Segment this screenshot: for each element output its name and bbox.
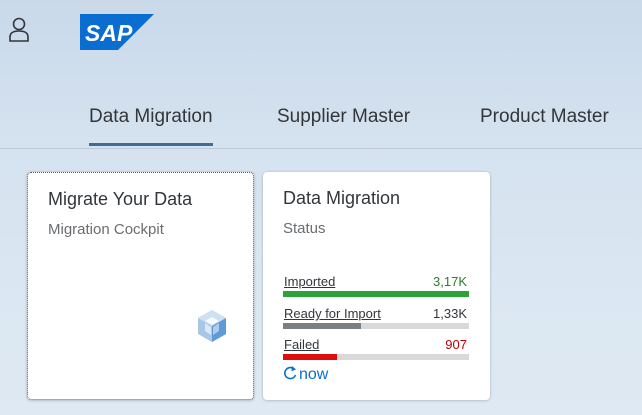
tab-bar: Data Migration Supplier Master Product M… <box>0 80 642 152</box>
tile-subtitle: Migration Cockpit <box>48 221 164 238</box>
progress-bar <box>283 291 469 297</box>
status-label: Failed <box>284 337 320 352</box>
tile-title: Migrate Your Data <box>48 189 193 209</box>
status-value: 3,17K <box>433 274 467 289</box>
status-label: Imported <box>284 274 336 289</box>
shell-header: SAP <box>0 0 642 80</box>
tile-title: Data Migration <box>283 188 401 208</box>
sap-logo[interactable]: SAP <box>80 14 154 50</box>
progress-bar <box>283 354 469 360</box>
progress-bar <box>283 323 469 329</box>
progress-fill <box>283 354 337 360</box>
tile-subtitle: Status <box>283 220 326 237</box>
tab-product-master[interactable]: Product Master <box>480 106 609 128</box>
tile-data-migration-status[interactable]: Data Migration Status Imported 3,17K Rea… <box>263 172 490 400</box>
tab-data-migration[interactable]: Data Migration <box>89 106 213 146</box>
status-row-failed[interactable]: Failed 907 <box>283 337 469 360</box>
refresh-label: now <box>299 366 329 383</box>
status-value: 1,33K <box>433 306 467 321</box>
user-icon[interactable] <box>8 16 30 44</box>
status-row-imported[interactable]: Imported 3,17K <box>283 274 469 297</box>
refresh-icon <box>284 366 297 380</box>
tab-supplier-master[interactable]: Supplier Master <box>277 106 410 128</box>
status-label: Ready for Import <box>284 306 381 321</box>
cube-icon <box>198 310 226 342</box>
tile-migrate-your-data[interactable]: Migrate Your Data Migration Cockpit <box>27 172 254 400</box>
tab-divider <box>0 148 642 149</box>
progress-fill <box>283 323 362 329</box>
status-value: 907 <box>445 337 467 352</box>
sap-logo-text: SAP <box>85 20 133 46</box>
progress-fill <box>283 291 469 297</box>
status-row-ready-for-import[interactable]: Ready for Import 1,33K <box>283 306 469 329</box>
refresh-link[interactable]: now <box>283 365 328 384</box>
